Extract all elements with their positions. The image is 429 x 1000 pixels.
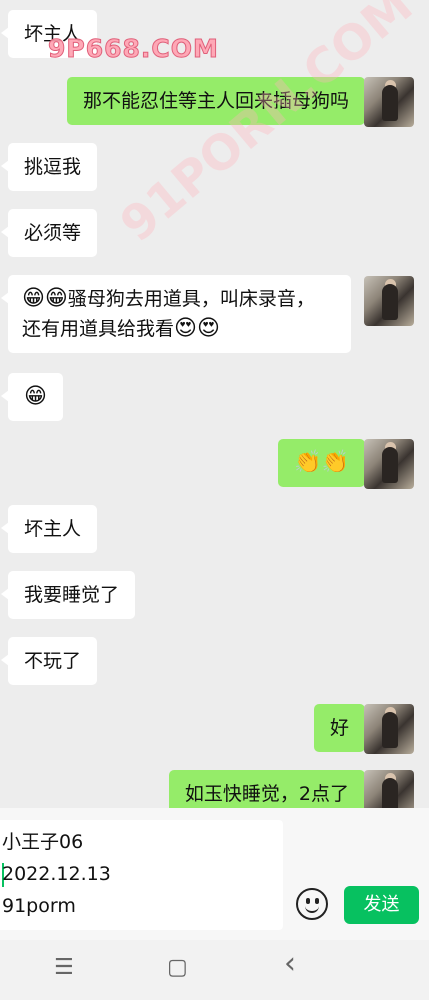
emoji-heart-eyes: 😍😍 — [174, 316, 220, 341]
message-bubble-outgoing[interactable]: 如玉快睡觉，2点了 — [168, 770, 373, 808]
avatar[interactable] — [364, 77, 414, 127]
menu-icon[interactable]: ☰ — [54, 956, 74, 980]
message-text: 如玉快睡觉，2点了 — [184, 783, 349, 805]
message-bubble-incoming[interactable]: 必须等 — [0, 209, 98, 257]
message-bubble-outgoing[interactable]: 那不能忍住等主人回来插母狗吗 — [66, 77, 373, 125]
system-nav-bar: ☰ ▢ ‹ — [0, 940, 429, 1000]
emoji-grin: 😁 — [24, 384, 47, 409]
input-line-with-caret: 2022.12.13 — [2, 858, 283, 890]
message-text: 坏主人 — [24, 23, 82, 45]
message-bubble-outgoing[interactable]: 👏👏 — [278, 439, 372, 487]
message-text: 好 — [329, 717, 349, 739]
message-text: 还有用道具给我看 — [22, 318, 175, 340]
home-square-icon[interactable]: ▢ — [167, 956, 188, 980]
message-text: 不玩了 — [24, 650, 82, 672]
smiley-icon[interactable] — [296, 888, 328, 920]
avatar[interactable] — [364, 770, 414, 808]
input-line: 小王子06 — [2, 831, 84, 853]
emoji-grin: 😁😁 — [22, 286, 68, 311]
input-line: 91porm — [2, 895, 76, 917]
message-text: 必须等 — [24, 222, 82, 244]
message-text: 挑逗我 — [24, 156, 82, 178]
input-bar: 小王子06 2022.12.13 91porm 发送 — [0, 808, 429, 940]
avatar[interactable] — [364, 276, 414, 326]
message-bubble-incoming[interactable]: 坏主人 — [0, 505, 98, 553]
message-text: 那不能忍住等主人回来插母狗吗 — [82, 90, 349, 112]
chat-history[interactable]: 坏主人 9P668.COM 那不能忍住等主人回来插母狗吗 挑逗我 必须等 91P… — [0, 0, 429, 808]
message-text: 坏主人 — [24, 518, 82, 540]
avatar[interactable] — [364, 704, 414, 754]
emoji-clap: 👏👏 — [294, 450, 349, 475]
avatar[interactable] — [364, 439, 414, 489]
message-bubble-incoming[interactable]: 不玩了 — [0, 637, 98, 685]
send-button[interactable]: 发送 — [344, 886, 419, 924]
message-text: 骚母狗去用道具，叫床录音， — [67, 288, 315, 310]
message-bubble-incoming[interactable]: 坏主人 — [0, 10, 98, 58]
message-bubble-incoming[interactable]: 😁 — [1, 373, 63, 421]
back-chevron-icon[interactable]: ‹ — [284, 949, 296, 979]
message-bubble-incoming[interactable]: 我要睡觉了 — [0, 571, 136, 619]
message-bubble-outgoing[interactable]: 好 — [313, 704, 373, 752]
message-bubble-incoming[interactable]: 😁😁骚母狗去用道具，叫床录音， 还有用道具给我看😍😍 — [1, 275, 351, 353]
message-bubble-incoming[interactable]: 挑逗我 — [0, 143, 98, 191]
message-text: 我要睡觉了 — [24, 584, 120, 606]
input-line: 2022.12.13 — [2, 863, 111, 885]
message-input[interactable]: 小王子06 2022.12.13 91porm — [0, 820, 283, 930]
